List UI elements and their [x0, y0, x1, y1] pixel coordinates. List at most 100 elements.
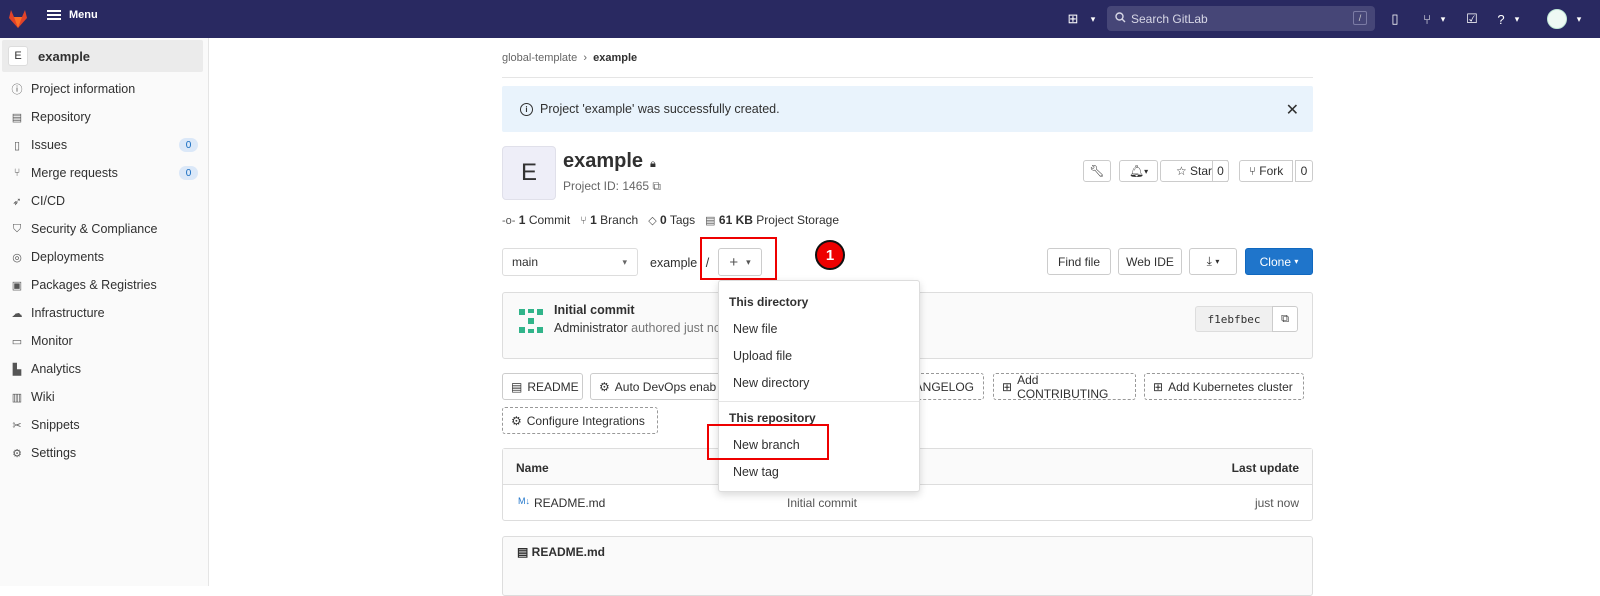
- integrations-label: Configure Integrations: [526, 413, 645, 428]
- dropdown-section-repository: This repository: [729, 411, 816, 425]
- search-shortcut: /: [1353, 11, 1367, 25]
- sidebar-project[interactable]: E example: [2, 40, 203, 72]
- sidebar-item-label: Wiki: [31, 390, 55, 404]
- add-contributing-button[interactable]: ⊞ Add CONTRIBUTING: [993, 372, 1136, 401]
- file-icon: ▤: [517, 545, 532, 559]
- deployments-icon: ◎: [12, 251, 22, 264]
- chevron-down-icon[interactable]: ▾: [1084, 10, 1102, 28]
- new-file-item[interactable]: New file: [733, 322, 777, 336]
- gitlab-logo[interactable]: [6, 6, 30, 30]
- sidebar-item-project-information[interactable]: ⓘ Project information: [10, 79, 200, 99]
- notifications-button[interactable]: 🔔︎ ▾: [1119, 160, 1158, 182]
- plus-square-icon: ⊞: [1153, 379, 1164, 394]
- sidebar-item-settings[interactable]: ⚙ Settings: [10, 443, 200, 463]
- web-ide-button[interactable]: Web IDE: [1118, 248, 1182, 275]
- menu-button[interactable]: Menu: [47, 9, 98, 21]
- configure-integrations-button[interactable]: ⚙ Configure Integrations: [502, 407, 658, 434]
- branch-selector[interactable]: main ▾: [502, 248, 638, 276]
- sidebar-item-label: Monitor: [31, 334, 73, 348]
- sidebar-item-infrastructure[interactable]: ☁ Infrastructure: [10, 303, 200, 323]
- tags-label: Tags: [669, 213, 696, 227]
- new-tag-item[interactable]: New tag: [733, 465, 779, 479]
- breadcrumb-current[interactable]: example: [593, 52, 637, 64]
- project-id-text: Project ID: 1465: [563, 179, 650, 193]
- star-label: Star: [1190, 164, 1213, 178]
- fork-button[interactable]: ⑂ Fork: [1239, 160, 1293, 182]
- commit-title[interactable]: Initial commit: [554, 303, 635, 317]
- upload-file-item[interactable]: Upload file: [733, 349, 792, 363]
- rocket-icon: ➶: [12, 195, 22, 208]
- sidebar-item-deployments[interactable]: ◎ Deployments: [10, 247, 200, 267]
- auto-devops-label: Auto DevOps enab: [614, 379, 717, 394]
- info-icon: ⓘ: [11, 84, 23, 96]
- readme-header: ▤ README.md: [517, 545, 605, 559]
- chevron-down-icon: ▾: [1294, 257, 1299, 266]
- user-avatar[interactable]: [1547, 9, 1567, 29]
- sidebar-item-security[interactable]: ⛉ Security & Compliance: [10, 219, 200, 239]
- todo-icon[interactable]: ☑: [1463, 10, 1481, 28]
- menu-label: Menu: [69, 9, 98, 21]
- storage-label: Project Storage: [756, 213, 839, 227]
- add-kubernetes-button[interactable]: ⊞ Add Kubernetes cluster: [1144, 373, 1304, 400]
- download-button[interactable]: ⤓ ▾: [1189, 248, 1237, 275]
- commit-author[interactable]: Administrator: [554, 321, 628, 335]
- chart-icon: ▙: [12, 363, 22, 376]
- new-directory-item[interactable]: New directory: [733, 376, 809, 390]
- success-alert: i Project 'example' was successfully cre…: [502, 86, 1313, 132]
- repository-icon: ▤: [11, 111, 23, 124]
- close-icon[interactable]: ✕: [1286, 100, 1299, 120]
- auto-devops-button[interactable]: ⚙ Auto DevOps enab: [590, 373, 730, 400]
- chevron-down-icon[interactable]: ▾: [1434, 10, 1452, 28]
- search-input[interactable]: Search GitLab /: [1107, 6, 1375, 31]
- search-placeholder: Search GitLab: [1131, 11, 1208, 26]
- commit-time: authored just no: [631, 321, 721, 335]
- gear-icon: ⚙: [511, 413, 522, 428]
- sidebar-item-monitor[interactable]: ▭ Monitor: [10, 331, 200, 351]
- find-file-button[interactable]: Find file: [1047, 248, 1111, 275]
- readme-button[interactable]: ▤ README: [502, 373, 583, 400]
- sidebar-item-label: Packages & Registries: [31, 278, 157, 292]
- copy-sha-button[interactable]: ⧉: [1272, 306, 1298, 332]
- file-commit[interactable]: Initial commit: [787, 496, 857, 510]
- gear-icon: ⚙: [12, 447, 22, 460]
- sidebar-item-issues[interactable]: ▯ Issues 0: [10, 135, 200, 155]
- sidebar-item-repository[interactable]: ▤ Repository: [10, 107, 200, 127]
- sidebar-item-label: Issues: [31, 138, 68, 152]
- sidebar-item-ci-cd[interactable]: ➶ CI/CD: [10, 191, 200, 211]
- sidebar-item-snippets[interactable]: ✂ Snippets: [10, 415, 200, 435]
- commits-stat[interactable]: -o- 1 Commit: [502, 213, 570, 227]
- count-badge: 0: [179, 166, 198, 180]
- sidebar-item-packages[interactable]: ▣ Packages & Registries: [10, 275, 200, 295]
- chevron-down-icon[interactable]: ▾: [1508, 10, 1526, 28]
- clone-label: Clone: [1259, 254, 1291, 269]
- chevron-right-icon: ›: [580, 52, 591, 64]
- divider: [502, 77, 1313, 78]
- breadcrumb-parent[interactable]: global-template: [502, 52, 577, 64]
- path-segment[interactable]: example: [650, 256, 697, 270]
- file-name[interactable]: README.md: [534, 496, 605, 510]
- commit-sha[interactable]: f1ebfbec: [1195, 306, 1273, 332]
- chevron-down-icon[interactable]: ▾: [1570, 10, 1588, 28]
- add-to-tree-dropdown: This directory New file Upload file New …: [718, 280, 920, 492]
- new-item-icon[interactable]: ⊞: [1064, 10, 1082, 28]
- sidebar-item-label: Settings: [31, 446, 77, 460]
- issues-icon[interactable]: ▯: [1386, 10, 1404, 28]
- star-count[interactable]: 0: [1212, 160, 1229, 182]
- settings-wrench-button[interactable]: 🔧︎: [1083, 160, 1111, 182]
- tags-stat[interactable]: ◇ 0 Tags: [648, 213, 695, 227]
- fork-count[interactable]: 0: [1295, 160, 1313, 182]
- chevron-down-icon: ▾: [622, 257, 627, 267]
- project-id: Project ID: 1465 ⧉: [563, 179, 661, 194]
- contributing-label: Add CONTRIBUTING: [1017, 372, 1109, 401]
- clone-button[interactable]: Clone ▾: [1245, 248, 1313, 275]
- sidebar-item-merge-requests[interactable]: ⑂ Merge requests 0: [10, 163, 200, 183]
- commit-icon: -o-: [502, 215, 516, 227]
- gear-icon: ⚙: [599, 379, 610, 394]
- project-stats: -o- 1 Commit ⑂ 1 Branch ◇ 0 Tags ▤ 61 KB…: [502, 213, 839, 227]
- readme-title: README.md: [531, 545, 606, 559]
- copy-icon[interactable]: ⧉: [652, 179, 661, 193]
- sidebar-item-wiki[interactable]: ▥ Wiki: [10, 387, 200, 407]
- branches-stat[interactable]: ⑂ 1 Branch: [580, 213, 638, 227]
- sidebar-item-analytics[interactable]: ▙ Analytics: [10, 359, 200, 379]
- wrench-icon: 🔧︎: [1089, 164, 1105, 178]
